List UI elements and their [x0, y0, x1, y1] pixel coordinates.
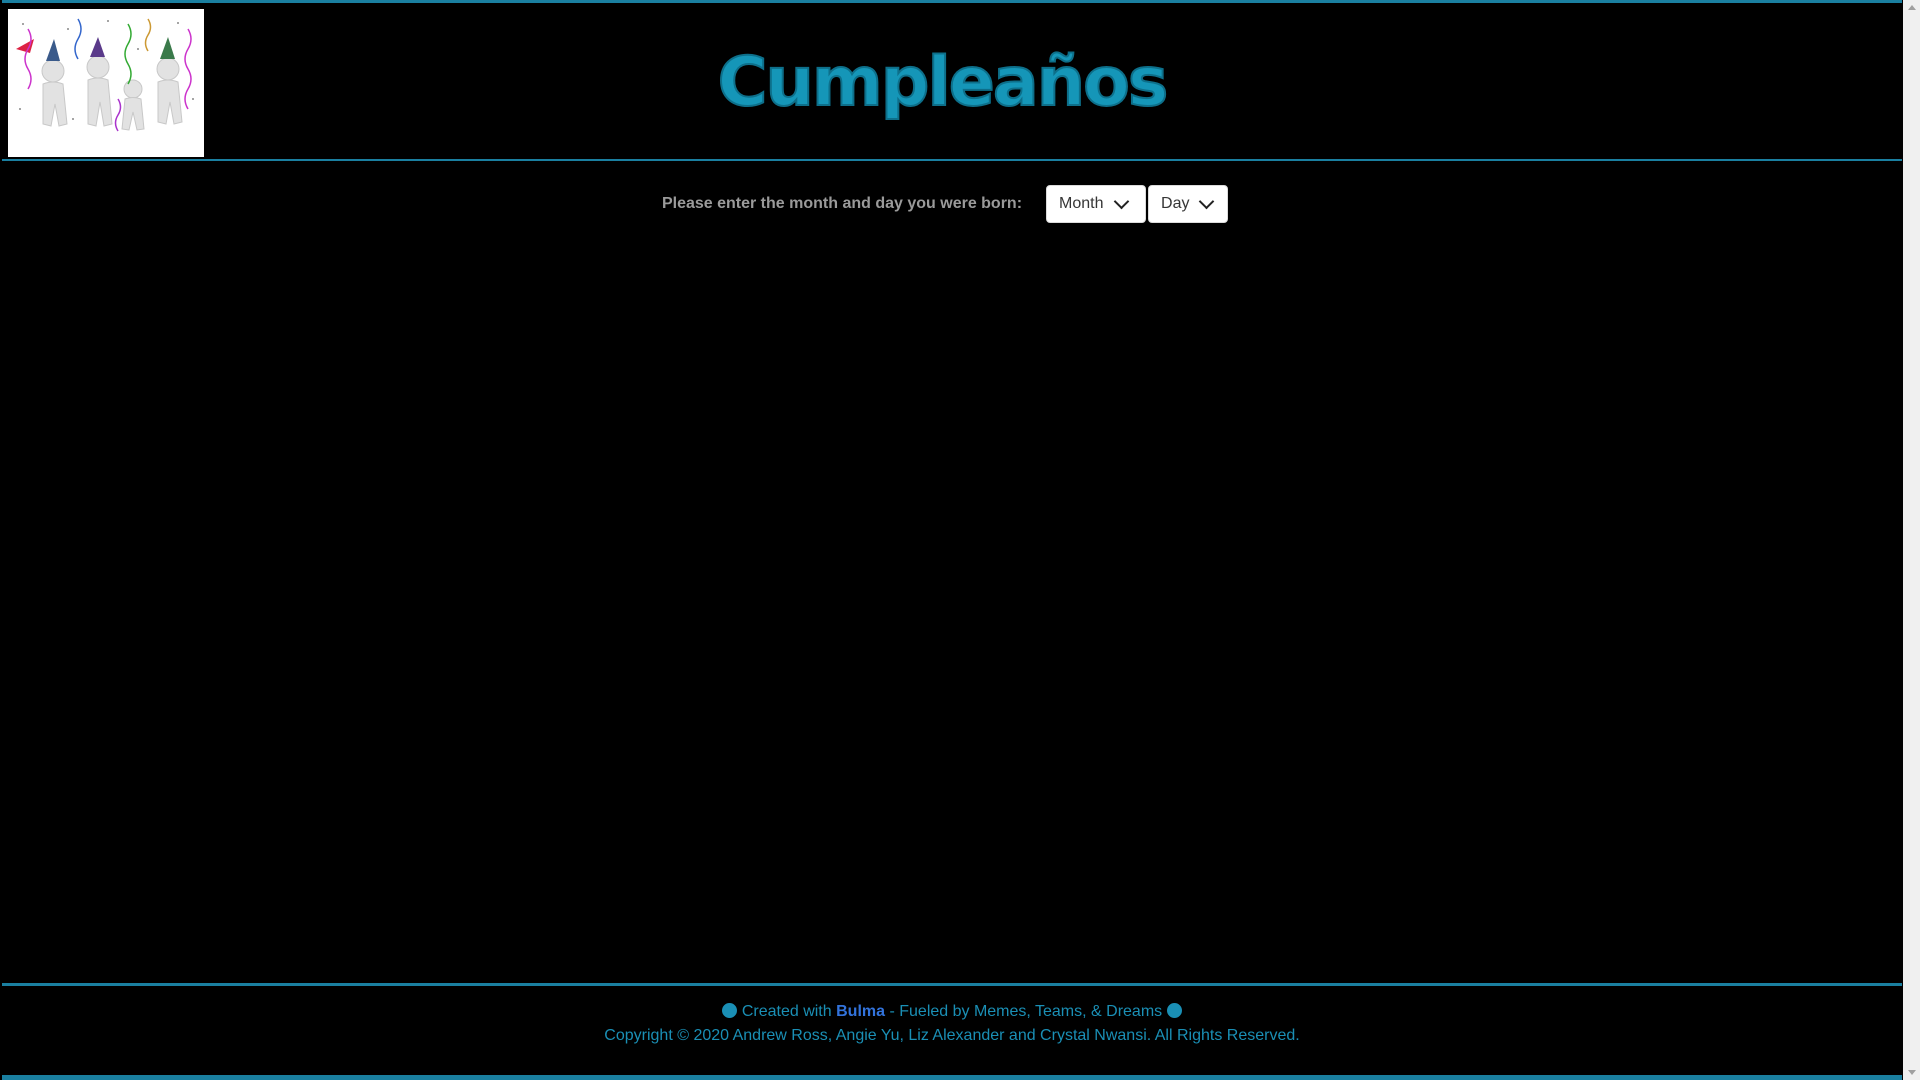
created-suffix: - Fueled by Memes, Teams, & Dreams [889, 1003, 1163, 1020]
smiley-icon [1166, 1003, 1182, 1018]
page: Cumpleaños Please enter the month and da… [0, 0, 1920, 1080]
bulma-link[interactable]: Bulma [836, 1003, 885, 1020]
footer-divider [2, 983, 1902, 986]
chevron-down-icon [1113, 193, 1129, 209]
party-people-image [8, 9, 204, 157]
footer-credits: Created with Bulma - Fueled by Memes, Te… [2, 1000, 1902, 1024]
birthday-prompt: Please enter the month and day you were … [661, 195, 1023, 212]
day-select-value: Day [1161, 195, 1190, 212]
site-title: Cumpleaños [712, 27, 1172, 127]
scroll-up-icon[interactable] [1908, 5, 1916, 10]
bottom-border [2, 1075, 1902, 1080]
smiley-icon [722, 1003, 738, 1018]
created-prefix: Created with [741, 1003, 832, 1020]
copyright: Copyright © 2020 Andrew Ross, Angie Yu, … [604, 1027, 1300, 1044]
month-select-value: Month [1059, 195, 1104, 212]
header: Cumpleaños [2, 3, 1902, 161]
footer: Created with Bulma - Fueled by Memes, Te… [2, 1000, 1902, 1048]
birthday-form: Please enter the month and day you were … [0, 184, 1900, 224]
chevron-down-icon [1199, 193, 1215, 209]
month-select[interactable]: Month [1046, 185, 1147, 223]
vertical-scrollbar[interactable] [1903, 0, 1920, 1080]
scroll-down-icon[interactable] [1908, 1070, 1916, 1075]
day-select[interactable]: Day [1148, 185, 1229, 223]
title-text: Cumpleaños [718, 43, 1167, 122]
page-frame [2, 0, 1902, 1080]
